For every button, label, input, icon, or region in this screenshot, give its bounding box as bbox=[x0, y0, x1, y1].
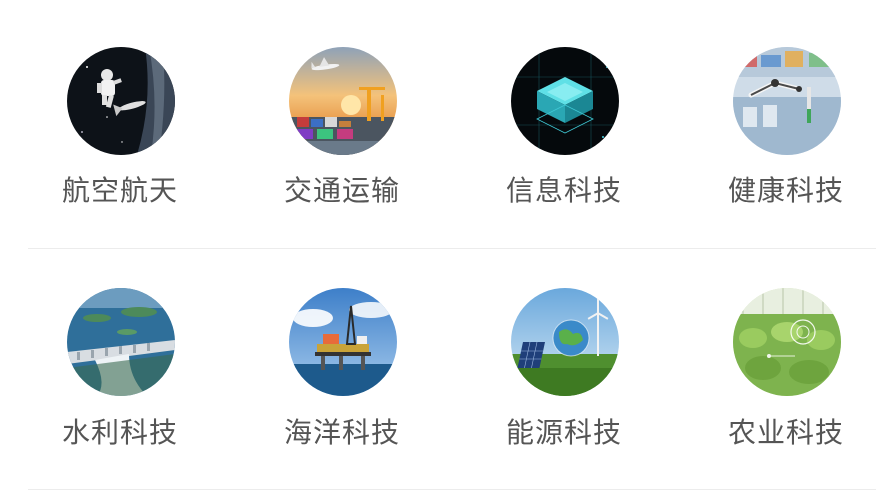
category-label: 能源科技 bbox=[505, 416, 622, 449]
category-row-1: 航空航天 交通运输 信息科技 健康科技 bbox=[0, 0, 888, 240]
row-divider bbox=[28, 489, 876, 490]
category-tile-health-technology[interactable]: 健康科技 bbox=[686, 0, 886, 220]
agriculture-technology-icon bbox=[733, 288, 841, 396]
category-label: 信息科技 bbox=[505, 174, 622, 207]
category-label: 水利科技 bbox=[61, 416, 178, 449]
category-label: 交通运输 bbox=[283, 174, 400, 207]
category-tile-agriculture-technology[interactable]: 农业科技 bbox=[686, 245, 886, 465]
category-tile-ocean-technology[interactable]: 海洋科技 bbox=[242, 245, 442, 465]
ocean-technology-icon bbox=[289, 288, 397, 396]
category-tile-transportation[interactable]: 交通运输 bbox=[242, 0, 442, 220]
category-label: 农业科技 bbox=[727, 416, 844, 449]
category-tile-information-technology[interactable]: 信息科技 bbox=[464, 0, 664, 220]
category-label: 海洋科技 bbox=[283, 416, 400, 449]
category-row-2: 水利科技 海洋科技 能源科技 农业科技 bbox=[0, 245, 888, 485]
health-technology-icon bbox=[733, 47, 841, 155]
category-label: 航空航天 bbox=[61, 174, 178, 207]
transportation-icon bbox=[289, 47, 397, 155]
information-technology-icon bbox=[511, 47, 619, 155]
category-tile-water-conservancy[interactable]: 水利科技 bbox=[20, 245, 220, 465]
category-tile-energy-technology[interactable]: 能源科技 bbox=[464, 245, 664, 465]
category-label: 健康科技 bbox=[727, 174, 844, 207]
energy-technology-icon bbox=[511, 288, 619, 396]
water-conservancy-icon bbox=[67, 288, 175, 396]
aerospace-icon bbox=[67, 47, 175, 155]
category-tile-aerospace[interactable]: 航空航天 bbox=[20, 0, 220, 220]
